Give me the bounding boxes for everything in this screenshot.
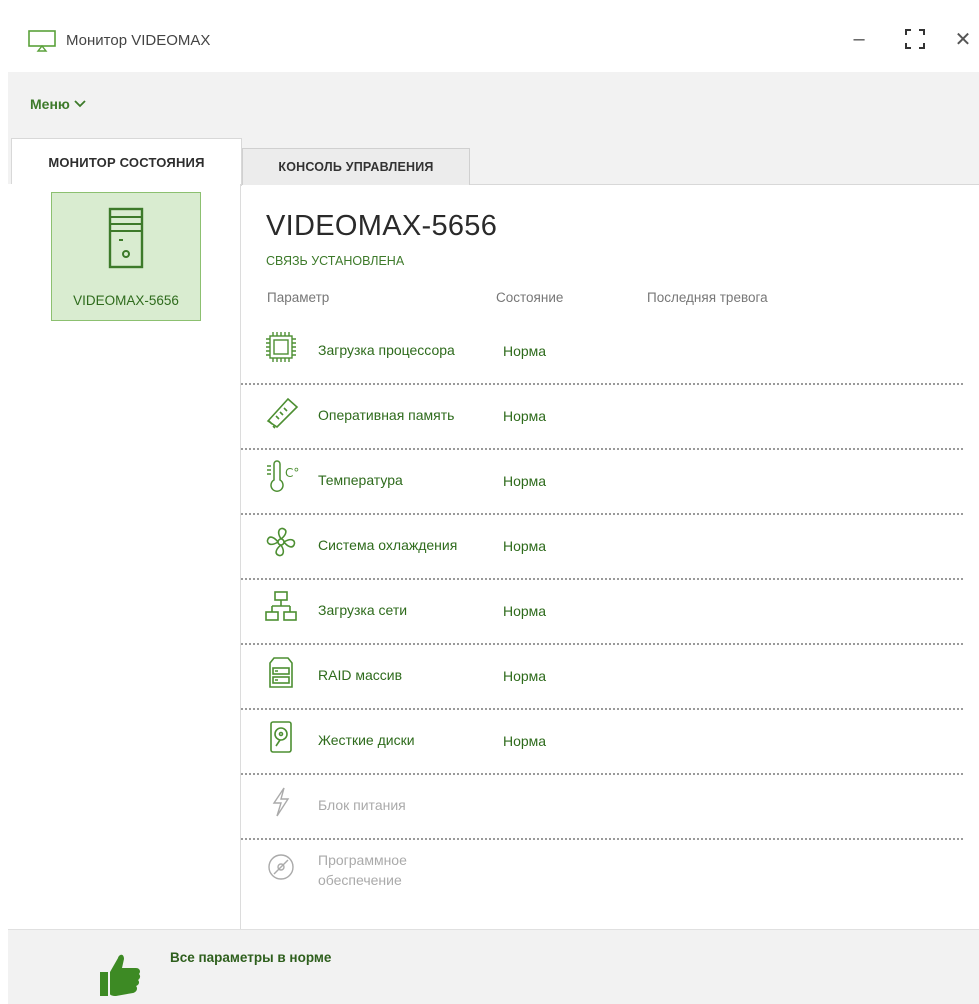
param-row-cooling[interactable]: Система охлаждения Норма xyxy=(241,515,963,580)
param-row-software[interactable]: Программное обеспечение xyxy=(241,840,963,903)
param-state: Норма xyxy=(503,668,547,684)
param-label: Загрузка сети xyxy=(318,602,408,619)
maximize-button[interactable] xyxy=(900,24,930,54)
param-row-cpu[interactable]: Загрузка процессора Норма xyxy=(241,320,963,385)
minimize-button[interactable]: – xyxy=(844,24,874,54)
host-title: VIDEOMAX-5656 xyxy=(266,210,498,242)
param-state: Норма xyxy=(503,343,547,359)
param-row-power[interactable]: Блок питания xyxy=(241,775,963,840)
param-label: Оперативная память xyxy=(318,407,455,424)
column-header-param: Параметр xyxy=(267,290,330,305)
app-window: Монитор VIDEOMAX – ✕ Меню МОНИТОР СОСТОЯ… xyxy=(8,0,979,1004)
hdd-icon xyxy=(264,720,298,754)
thumbs-up-icon xyxy=(96,950,142,1003)
tab-bar: МОНИТОР СОСТОЯНИЯ КОНСОЛЬ УПРАВЛЕНИЯ xyxy=(8,134,979,186)
tab-status-monitor[interactable]: МОНИТОР СОСТОЯНИЯ xyxy=(11,138,242,186)
menu-label: Меню xyxy=(30,96,70,112)
ram-icon xyxy=(264,395,299,429)
fan-icon xyxy=(264,525,298,559)
raid-icon xyxy=(264,655,298,689)
chevron-down-icon xyxy=(74,100,86,108)
device-name: VIDEOMAX-5656 xyxy=(73,293,179,308)
param-state: Норма xyxy=(503,408,547,424)
network-icon xyxy=(264,590,298,624)
param-row-raid[interactable]: RAID массив Норма xyxy=(241,645,963,710)
window-title: Монитор VIDEOMAX xyxy=(66,32,211,49)
thermometer-icon: C° xyxy=(264,460,299,494)
fullscreen-icon xyxy=(905,29,925,49)
monitor-icon xyxy=(28,30,56,57)
close-button[interactable]: ✕ xyxy=(948,24,978,54)
menu-button[interactable]: Меню xyxy=(30,96,86,112)
param-label: Температура xyxy=(318,472,403,489)
param-row-temperature[interactable]: C° Температура Норма xyxy=(241,450,963,515)
svg-text:C°: C° xyxy=(285,466,299,480)
param-state: Норма xyxy=(503,603,547,619)
param-label: Система охлаждения xyxy=(318,537,458,554)
device-item[interactable]: VIDEOMAX-5656 xyxy=(51,192,201,321)
param-label: Программное обеспечение xyxy=(318,852,407,888)
title-bar: Монитор VIDEOMAX – ✕ xyxy=(8,0,979,72)
software-disc-icon xyxy=(264,850,298,884)
device-sidebar: VIDEOMAX-5656 xyxy=(8,184,241,929)
param-state: Норма xyxy=(503,733,547,749)
param-label: RAID массив xyxy=(318,667,403,684)
param-state: Норма xyxy=(503,538,547,554)
param-label: Загрузка процессора xyxy=(318,342,455,359)
footer-status-message: Все параметры в норме xyxy=(170,950,332,965)
param-row-ram[interactable]: Оперативная память Норма xyxy=(241,385,963,450)
column-header-state: Состояние xyxy=(496,290,564,305)
tab-control-console[interactable]: КОНСОЛЬ УПРАВЛЕНИЯ xyxy=(242,148,470,185)
status-footer: Все параметры в норме xyxy=(8,929,979,1004)
param-label: Блок питания xyxy=(318,797,406,814)
status-panel: VIDEOMAX-5656 СВЯЗЬ УСТАНОВЛЕНА Параметр… xyxy=(241,184,979,929)
menu-bar: Меню xyxy=(8,72,979,134)
param-state: Норма xyxy=(503,473,547,489)
parameter-list: Загрузка процессора Норма Оперативная па… xyxy=(241,320,979,903)
param-label: Жесткие диски xyxy=(318,732,415,749)
column-header-alarm: Последняя тревога xyxy=(647,290,768,305)
param-row-hdd[interactable]: Жесткие диски Норма xyxy=(241,710,963,775)
power-icon xyxy=(264,785,298,819)
connection-status: СВЯЗЬ УСТАНОВЛЕНА xyxy=(266,254,405,268)
cpu-icon xyxy=(264,330,298,364)
param-row-network[interactable]: Загрузка сети Норма xyxy=(241,580,963,645)
server-icon xyxy=(108,207,144,274)
